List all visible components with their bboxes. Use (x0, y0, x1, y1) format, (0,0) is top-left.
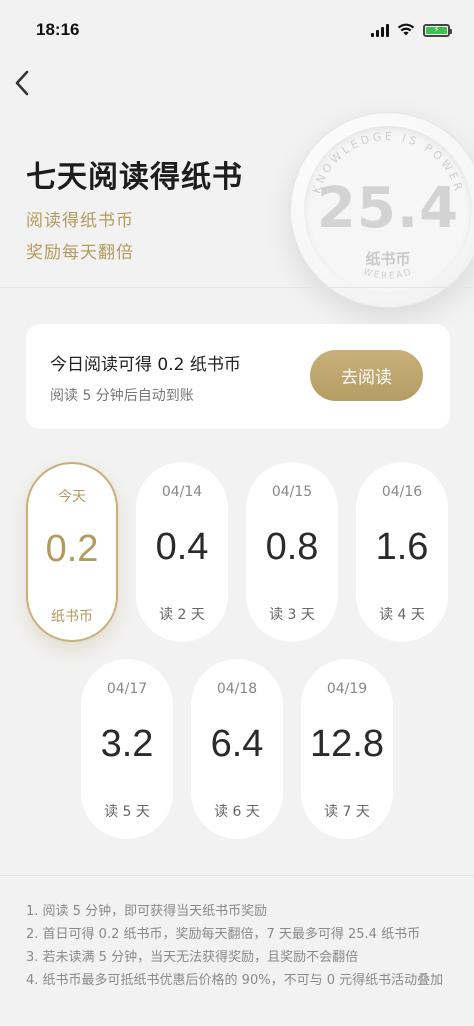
subtitle-line-2: 奖励每天翻倍 (26, 243, 134, 263)
day-amount: 12.8 (310, 723, 384, 765)
page-title: 七天阅读得纸书 (26, 160, 243, 195)
day-caption: 读 4 天 (379, 607, 425, 623)
wifi-icon (397, 21, 415, 40)
go-read-button[interactable]: 去阅读 (310, 350, 423, 401)
day-amount: 6.4 (210, 723, 264, 765)
day-card-7: 04/19 12.8 读 7 天 (301, 659, 393, 839)
back-button[interactable] (8, 66, 36, 100)
day-card-2: 04/14 0.4 读 2 天 (136, 462, 228, 642)
rule-item: 3. 若未读满 5 分钟，当天无法获得奖励，且奖励不会翻倍 (26, 950, 359, 965)
day-date: 04/18 (216, 681, 258, 697)
day-caption: 读 2 天 (159, 607, 205, 623)
day-caption: 读 7 天 (324, 804, 370, 820)
day-card-today: 今天 0.2 纸书币 (26, 462, 118, 642)
status-time: 18:16 (36, 20, 80, 39)
day-date: 04/15 (271, 484, 313, 500)
day-card-6: 04/18 6.4 读 6 天 (191, 659, 283, 839)
day-amount: 0.4 (155, 526, 209, 568)
day-date: 04/17 (106, 681, 148, 697)
coin-badge: KNOWLEDGE IS POWER WEREAD 25.4 纸书币 (290, 112, 474, 308)
rules-list: 1. 阅读 5 分钟，即可获得当天纸书币奖励 2. 首日可得 0.2 纸书币，奖… (26, 900, 456, 992)
day-amount: 0.8 (265, 526, 319, 568)
day-date: 04/19 (326, 681, 368, 697)
day-card-5: 04/17 3.2 读 5 天 (81, 659, 173, 839)
chevron-left-icon (15, 70, 29, 96)
battery-charging-icon: ⚡ (423, 23, 452, 37)
day-amount: 1.6 (375, 526, 429, 568)
rule-item: 4. 纸书币最多可抵纸书优惠后价格的 90%，不可与 0 元得纸书活动叠加 (26, 973, 444, 988)
today-reward-subtext: 阅读 5 分钟后自动到账 (50, 388, 194, 404)
rule-item: 1. 阅读 5 分钟，即可获得当天纸书币奖励 (26, 904, 268, 919)
coin-unit: 纸书币 (365, 250, 411, 268)
day-caption: 读 3 天 (269, 607, 315, 623)
svg-text:WEREAD: WEREAD (362, 267, 414, 282)
day-caption: 纸书币 (51, 609, 93, 625)
today-reward-text: 今日阅读可得 0.2 纸书币 (50, 355, 241, 375)
day-caption: 读 6 天 (214, 804, 260, 820)
coin-amount: 25.4 (316, 176, 460, 241)
coin-ring-text-bottom: WEREAD (362, 267, 412, 282)
day-caption: 读 5 天 (104, 804, 150, 820)
day-amount: 3.2 (100, 723, 154, 765)
divider (0, 287, 474, 288)
day-date: 04/16 (381, 484, 423, 500)
subtitle-line-1: 阅读得纸书币 (26, 211, 134, 231)
cellular-signal-icon (371, 23, 389, 37)
day-card-3: 04/15 0.8 读 3 天 (246, 462, 338, 642)
rule-item: 2. 首日可得 0.2 纸书币，奖励每天翻倍，7 天最多可得 25.4 纸书币 (26, 927, 421, 942)
status-icons: ⚡ (371, 21, 452, 40)
divider (0, 875, 474, 876)
today-reward-card: 今日阅读可得 0.2 纸书币 阅读 5 分钟后自动到账 去阅读 (26, 324, 450, 429)
day-amount: 0.2 (45, 528, 99, 570)
status-bar: 18:16 ⚡ (0, 0, 474, 60)
day-date: 04/14 (161, 484, 203, 500)
day-date: 今天 (58, 489, 86, 505)
day-card-4: 04/16 1.6 读 4 天 (356, 462, 448, 642)
